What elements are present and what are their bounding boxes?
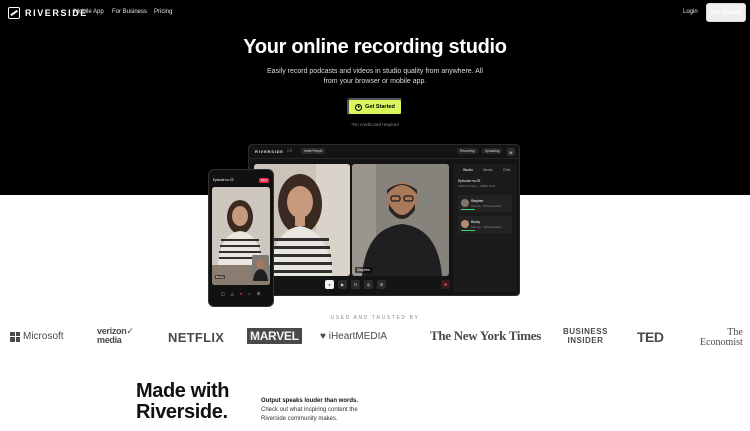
upload-progress-bar [461, 229, 475, 231]
credit-card-note: *No credit card required [351, 122, 399, 127]
record-button[interactable]: ● [325, 280, 334, 289]
guest-name: Stephen [471, 199, 484, 203]
phone-mic-icon[interactable]: △ [231, 291, 234, 296]
brand-microsoft-text: Microsoft [23, 331, 64, 342]
guest-card-stephen[interactable]: Stephen Chrome · 87% uploaded [458, 195, 512, 212]
brand-bi-line2: INSIDER [567, 335, 604, 345]
uploading-status: Uploading [482, 148, 503, 154]
phone-rec-badge: REC [259, 178, 269, 183]
studio-toolbar: RIVERSIDE 2.0 Invite People Recording Up… [249, 145, 519, 159]
brand-iheart-text: iHeartMEDIA [328, 331, 388, 342]
recording-status: Recording [457, 148, 478, 154]
brand-netflix: NETFLIX [168, 330, 225, 345]
phone-user-tag: Becky [215, 275, 226, 279]
brand-ted: TED [637, 329, 664, 345]
top-nav: RIVERSIDE Mobile App For Business Pricin… [0, 0, 750, 26]
tab-chat[interactable]: Chat [503, 168, 510, 172]
guest-meta: Chrome · 90% uploaded [471, 225, 502, 229]
brand-microsoft: Microsoft [10, 331, 64, 342]
made-title-line2: Riverside. [136, 401, 228, 423]
guest-video-tile: Stephen [352, 164, 449, 276]
brand-economist: The Economist [700, 328, 743, 348]
brand-new-york-times: The New York Times [430, 328, 542, 343]
studio-mockup: RIVERSIDE 2.0 Invite People Recording Up… [248, 144, 520, 296]
guest-tile-label: Stephen [355, 267, 373, 273]
phone-controls: ▢ △ ● ○ ☰ [221, 291, 260, 296]
phone-flip-icon[interactable]: ○ [248, 291, 250, 296]
phone-guest-illustration [252, 255, 269, 281]
episode-subtitle: Audio & Video · 1080p local [458, 184, 495, 188]
invite-people-button[interactable]: Invite People [301, 148, 326, 154]
camera-button[interactable]: ▶ [338, 280, 347, 289]
guest-person-illustration [352, 164, 449, 276]
phone-camera-view: Becky [212, 187, 270, 285]
hero-cta-label: Get Started [365, 104, 395, 110]
brand-marvel: MARVEL [247, 328, 302, 344]
hero-get-started-button[interactable]: ● Get Started [347, 98, 403, 116]
phone-camera-icon[interactable]: ▢ [221, 291, 225, 296]
riverside-logo-icon [8, 7, 20, 19]
layout-button[interactable]: ☷ [351, 280, 360, 289]
brand-business-insider: BUSINESS INSIDER [563, 327, 608, 345]
leave-button[interactable]: ✖ [441, 280, 450, 289]
avatar [461, 220, 469, 228]
hero-subtitle: Easily record podcasts and videos in stu… [267, 68, 483, 85]
phone-episode-title: Episode no.23 [213, 178, 234, 182]
phone-menu-icon[interactable]: ☰ [257, 291, 261, 296]
made-headline: Output speaks louder than words. [261, 398, 359, 404]
record-circle-icon: ● [355, 103, 363, 111]
guest-meta: Chrome · 87% uploaded [471, 204, 502, 208]
nav-link-mobile-app[interactable]: Mobile App [74, 9, 104, 15]
upload-progress-bar [461, 208, 475, 210]
brand-iheartmedia: ♥ iHeartMEDIA [320, 331, 387, 342]
iheart-logo-icon: ♥ [320, 331, 326, 342]
studio-side-panel: Studio Media Chat Episode no.23 Audio & … [453, 164, 517, 292]
studio-brand: RIVERSIDE [255, 149, 284, 154]
user-avatar[interactable]: N [507, 148, 515, 156]
made-with-title: Made with Riverside. [136, 381, 229, 423]
share-button[interactable]: ◎ [364, 280, 373, 289]
trusted-by-label: USED AND TRUSTED BY [330, 315, 420, 321]
made-title-line1: Made with [136, 380, 230, 402]
hero-title: Your online recording studio [243, 36, 507, 58]
tab-studio[interactable]: Studio [463, 168, 473, 172]
avatar [461, 199, 469, 207]
brand-econ-line2: Economist [700, 337, 743, 348]
nav-link-for-business[interactable]: For Business [112, 9, 147, 15]
tab-media[interactable]: Media [483, 168, 493, 172]
login-link[interactable]: Login [683, 9, 698, 15]
brand-verizon-line2: media [97, 335, 122, 345]
phone-guest-pip [252, 255, 269, 281]
brand-verizon-media: verizon✓ media [97, 327, 134, 345]
settings-button[interactable]: ⚙ [377, 280, 386, 289]
microsoft-logo-icon [10, 331, 20, 342]
studio-version: 2.0 [287, 149, 292, 153]
nav-link-pricing[interactable]: Pricing [154, 9, 172, 15]
studio-controls: ● ▶ ☷ ◎ ⚙ [325, 280, 386, 289]
phone-record-icon[interactable]: ● [240, 291, 242, 296]
made-body: Check out what inspiring content the Riv… [261, 407, 358, 422]
nav-get-started-button[interactable]: Get Started [706, 3, 746, 22]
episode-title: Episode no.23 [458, 179, 481, 183]
guest-card-becky[interactable]: Becky Chrome · 90% uploaded [458, 216, 512, 233]
phone-mockup: Episode no.23 REC Becky ▢ △ ● ○ ☰ [208, 169, 274, 307]
guest-name: Becky [471, 220, 480, 224]
